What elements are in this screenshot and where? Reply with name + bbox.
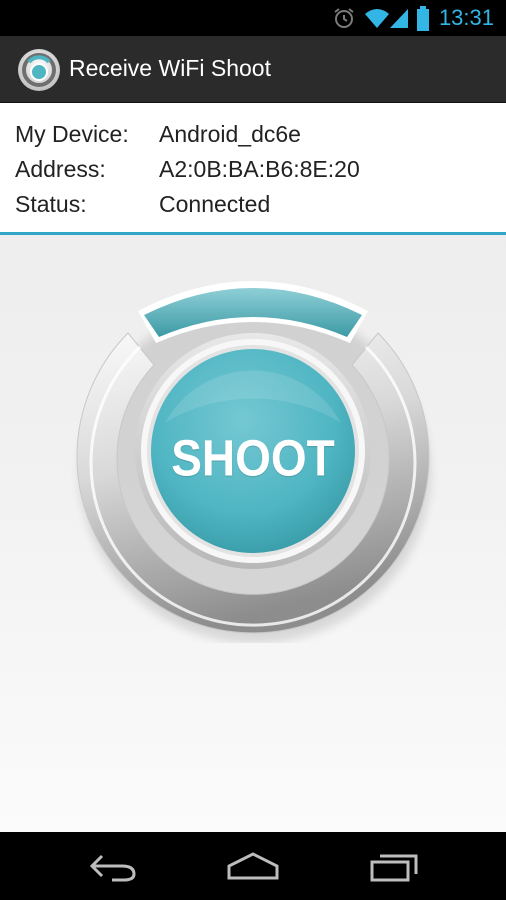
battery-icon [417, 6, 429, 31]
device-info-panel: My Device: Android_dc6e Address: A2:0B:B… [0, 103, 506, 235]
device-label: My Device: [15, 121, 129, 147]
status-label: Status: [15, 191, 87, 217]
home-icon[interactable] [223, 846, 283, 886]
status-value: Connected [159, 191, 271, 217]
status-bar: 13:31 [0, 0, 506, 36]
wifi-icon [365, 9, 389, 28]
app-title: Receive WiFi Shoot [69, 55, 271, 81]
clock: 13:31 [438, 5, 494, 30]
signal-icon [390, 9, 408, 28]
recent-apps-icon[interactable] [364, 846, 424, 886]
content-area: My Device: Android_dc6e Address: A2:0B:B… [0, 103, 506, 832]
address-value: A2:0B:BA:B6:8E:20 [159, 156, 360, 182]
shoot-button[interactable]: SHOOT [0, 428, 506, 487]
back-icon[interactable] [82, 846, 142, 886]
shoot-control: SHOOT [0, 273, 506, 643]
device-value: Android_dc6e [159, 121, 301, 147]
address-label: Address: [15, 156, 106, 182]
app-logo-icon[interactable] [17, 48, 61, 92]
screen: 13:31 Receive WiFi Shoot My Device: Andr… [0, 0, 506, 900]
action-bar: Receive WiFi Shoot [0, 36, 506, 103]
navigation-bar [0, 832, 506, 900]
alarm-icon [334, 8, 354, 28]
